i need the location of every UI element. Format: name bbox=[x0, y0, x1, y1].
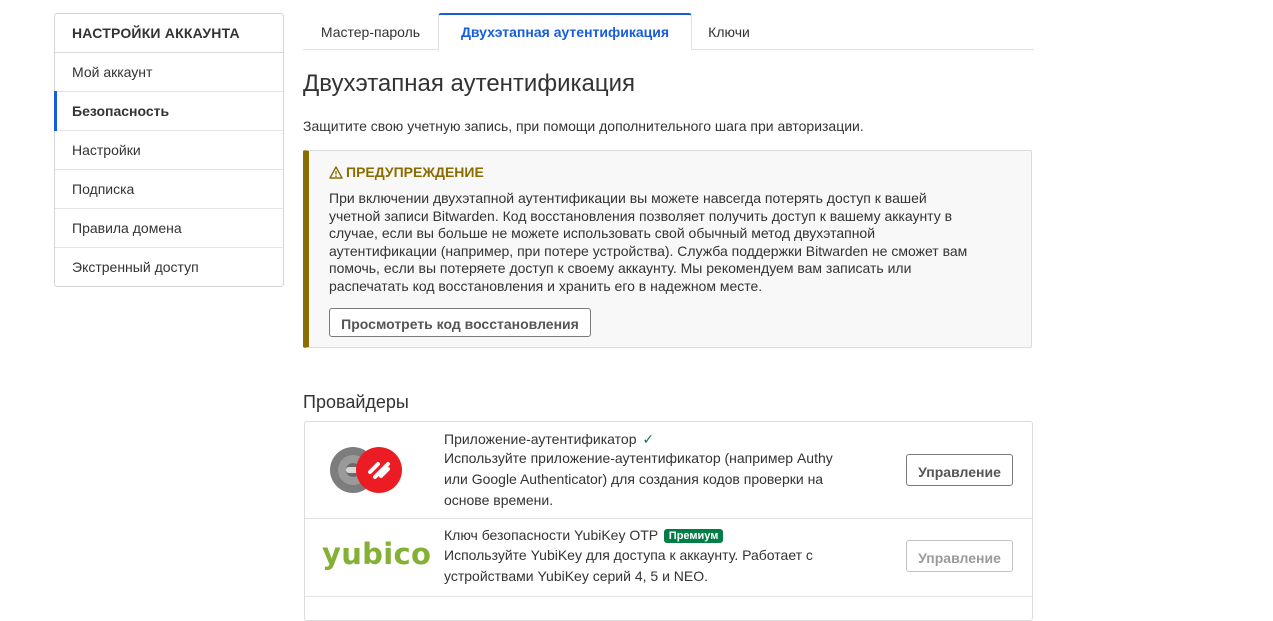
account-settings-sidebar: НАСТРОЙКИ АККАУНТА Мой аккаунт Безопасно… bbox=[54, 13, 284, 287]
sidebar-item-emergency-access[interactable]: Экстренный доступ bbox=[55, 248, 283, 286]
page-title: Двухэтапная аутентификация bbox=[303, 70, 636, 97]
providers-heading: Провайдеры bbox=[303, 392, 409, 412]
sidebar-item-my-account[interactable]: Мой аккаунт bbox=[55, 53, 283, 92]
provider-description: Используйте приложение-аутентификатор (н… bbox=[444, 448, 874, 511]
description-line: Используйте YubiKey для доступа к аккаун… bbox=[444, 547, 813, 563]
tab-two-step-login[interactable]: Двухэтапная аутентификация bbox=[438, 13, 692, 51]
manage-yubikey-button[interactable]: Управление bbox=[906, 540, 1013, 572]
description-line: основе времени. bbox=[444, 492, 554, 508]
view-recovery-code-button[interactable]: Просмотреть код восстановления bbox=[329, 308, 591, 337]
authenticator-app-logo bbox=[328, 445, 404, 500]
warning-line: учетной записи Bitwarden. Код восстановл… bbox=[329, 207, 953, 224]
provider-name: Ключ безопасности YubiKey OTP Премиум bbox=[444, 527, 724, 543]
provider-name-text: Ключ безопасности YubiKey OTP bbox=[444, 527, 658, 543]
warning-text: При включении двухэтапной аутентификации… bbox=[329, 190, 1019, 296]
providers-list: Приложение-аутентификатор ✓ Используйте … bbox=[304, 421, 1033, 621]
sidebar-item-security[interactable]: Безопасность bbox=[54, 91, 283, 131]
description-line: устройствами YubiKey серий 4, 5 и NEO. bbox=[444, 568, 709, 584]
sidebar-item-preferences[interactable]: Настройки bbox=[55, 131, 283, 170]
manage-authenticator-button[interactable]: Управление bbox=[906, 454, 1013, 486]
yubico-logo-text: yubico bbox=[322, 537, 432, 571]
warning-line: помочь, если вы потеряете доступ к своем… bbox=[329, 260, 912, 277]
provider-name-text: Приложение-аутентификатор bbox=[444, 431, 637, 447]
sidebar-heading: НАСТРОЙКИ АККАУНТА bbox=[55, 14, 283, 53]
tab-master-password[interactable]: Мастер-пароль bbox=[303, 13, 438, 49]
warning-line: При включении двухэтапной аутентификации… bbox=[329, 190, 927, 206]
check-icon: ✓ bbox=[642, 431, 655, 447]
warning-line: аутентификации (например, при потере уст… bbox=[329, 242, 968, 259]
yubico-logo: yubico bbox=[322, 537, 431, 571]
authenticator-logo-icon bbox=[330, 447, 402, 493]
warning-icon bbox=[329, 166, 343, 179]
sidebar-item-domain-rules[interactable]: Правила домена bbox=[55, 209, 283, 248]
provider-row-yubikey: yubico Ключ безопасности YubiKey OTP Пре… bbox=[305, 518, 1032, 597]
provider-name: Приложение-аутентификатор ✓ bbox=[444, 431, 654, 448]
description-line: Используйте приложение-аутентификатор (н… bbox=[444, 450, 833, 466]
warning-title-text: ПРЕДУПРЕЖДЕНИЕ bbox=[346, 164, 484, 180]
premium-badge: Премиум bbox=[663, 529, 724, 543]
description-line: или Google Authenticator) для создания к… bbox=[444, 471, 824, 487]
warning-callout: ПРЕДУПРЕЖДЕНИЕ При включении двухэтапной… bbox=[303, 150, 1032, 348]
provider-description: Используйте YubiKey для доступа к аккаун… bbox=[444, 545, 874, 587]
warning-line: случае, если вы больше не можете использ… bbox=[329, 225, 876, 242]
warning-title: ПРЕДУПРЕЖДЕНИЕ bbox=[329, 164, 484, 180]
security-tabs: Мастер-пароль Двухэтапная аутентификация… bbox=[303, 13, 1034, 51]
provider-row-authenticator: Приложение-аутентификатор ✓ Используйте … bbox=[305, 422, 1032, 519]
sidebar-item-subscription[interactable]: Подписка bbox=[55, 170, 283, 209]
tab-keys[interactable]: Ключи bbox=[692, 13, 766, 49]
page-subtitle: Защитите свою учетную запись, при помощи… bbox=[303, 118, 864, 134]
warning-line: распечатать код восстановления и хранить… bbox=[329, 277, 763, 294]
